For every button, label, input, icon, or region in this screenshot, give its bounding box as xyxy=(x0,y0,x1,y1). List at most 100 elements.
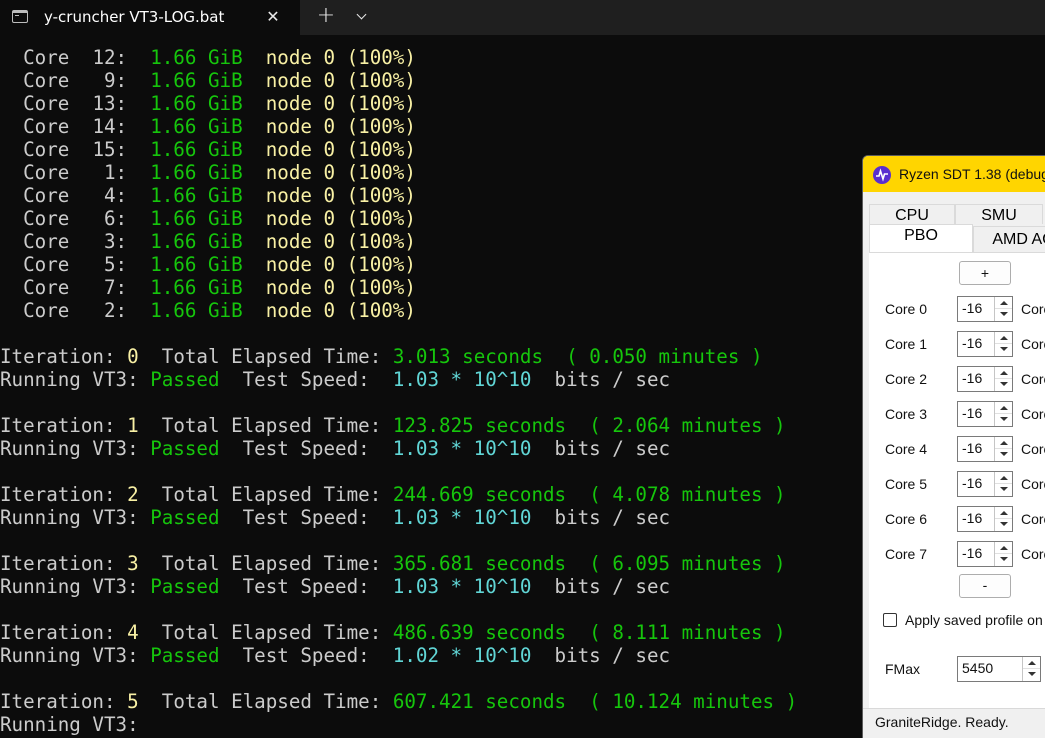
core-offset-stepper[interactable]: -16 xyxy=(957,541,1013,567)
core-label: Core xyxy=(23,276,70,299)
core-offset-value: -16 xyxy=(962,335,983,351)
core-offset-stepper[interactable]: -16 xyxy=(957,401,1013,427)
chevron-down-icon[interactable] xyxy=(354,7,372,27)
core-node: node 0 (100%) xyxy=(265,184,416,207)
core-number: 12: xyxy=(92,46,128,69)
iteration-number: 1 xyxy=(127,414,139,437)
stepper-down-icon[interactable] xyxy=(995,554,1012,566)
stepper-up-icon[interactable] xyxy=(995,297,1012,309)
elapsed-label: Total Elapsed Time: xyxy=(161,483,382,506)
apply-profile-label: Apply saved profile on st xyxy=(905,612,1045,628)
core-label: Core xyxy=(23,115,70,138)
core-memory-row: Core 9: 1.66 GiB node 0 (100%) xyxy=(0,69,870,92)
running-line: Running VT3: Passed Test Speed: 1.03 * 1… xyxy=(0,368,870,391)
core-memory-row: Core 7: 1.66 GiB node 0 (100%) xyxy=(0,276,870,299)
apply-profile-checkbox[interactable] xyxy=(883,613,897,627)
core-node: node 0 (100%) xyxy=(265,161,416,184)
elapsed-label: Total Elapsed Time: xyxy=(161,345,382,368)
core-memory-row: Core 4: 1.66 GiB node 0 (100%) xyxy=(0,184,870,207)
core-offset-label-right: Core xyxy=(1021,371,1045,387)
core-offset-value: -16 xyxy=(962,300,983,316)
stepper-down-icon[interactable] xyxy=(995,379,1012,391)
core-node: node 0 (100%) xyxy=(265,230,416,253)
stepper-up-icon[interactable] xyxy=(995,542,1012,554)
stepper-up-icon[interactable] xyxy=(995,437,1012,449)
tab-smu[interactable]: SMU xyxy=(955,204,1043,224)
core-offset-stepper[interactable]: -16 xyxy=(957,506,1013,532)
stepper-up-icon[interactable] xyxy=(995,367,1012,379)
stepper-buttons xyxy=(994,542,1012,566)
core-offset-label: Core 1 xyxy=(885,336,928,352)
core-memory-row: Core 3: 1.66 GiB node 0 (100%) xyxy=(0,230,870,253)
stepper-down-icon[interactable] xyxy=(995,309,1012,321)
stepper-up-icon[interactable] xyxy=(995,332,1012,344)
tab-amd-acpi[interactable]: AMD AC xyxy=(973,226,1045,252)
elapsed-minutes: ( 8.111 minutes ) xyxy=(589,621,786,644)
sdt-title-bar[interactable]: Ryzen SDT 1.38 (debug xyxy=(863,156,1045,192)
terminal-icon xyxy=(12,10,28,23)
terminal-tab[interactable]: y-cruncher VT3-LOG.bat ✕ xyxy=(0,0,300,35)
core-offset-stepper[interactable]: -16 xyxy=(957,436,1013,462)
core-node: node 0 (100%) xyxy=(265,92,416,115)
running-line: Running VT3: Passed Test Speed: 1.03 * 1… xyxy=(0,506,870,529)
test-speed: 1.03 * 10^10 xyxy=(392,506,532,529)
core-memory-row: Core 14: 1.66 GiB node 0 (100%) xyxy=(0,115,870,138)
core-offset-stepper[interactable]: -16 xyxy=(957,471,1013,497)
core-number: 15: xyxy=(92,138,128,161)
core-offset-stepper[interactable]: -16 xyxy=(957,296,1013,322)
core-offset-label: Core 6 xyxy=(885,511,928,527)
stepper-up-icon[interactable] xyxy=(995,472,1012,484)
iteration-label: Iteration: xyxy=(0,345,116,368)
core-offset-stepper[interactable]: -16 xyxy=(957,366,1013,392)
core-memory: 1.66 GiB xyxy=(150,299,243,322)
running-label: Running VT3: xyxy=(0,506,139,529)
stepper-down-icon[interactable] xyxy=(995,519,1012,531)
core-label: Core xyxy=(23,46,70,69)
elapsed-minutes: ( 10.124 minutes ) xyxy=(589,690,798,713)
fmax-stepper[interactable]: 5450 xyxy=(957,656,1041,682)
core-offset-stepper[interactable]: -16 xyxy=(957,331,1013,357)
new-tab-button[interactable]: + xyxy=(314,3,338,29)
running-label: Running VT3: xyxy=(0,713,139,736)
core-offset-label-right: Core xyxy=(1021,476,1045,492)
stepper-down-icon[interactable] xyxy=(995,344,1012,356)
core-offset-label-right: Core xyxy=(1021,406,1045,422)
test-speed: 1.02 * 10^10 xyxy=(392,644,532,667)
core-memory-row: Core 5: 1.66 GiB node 0 (100%) xyxy=(0,253,870,276)
core-node: node 0 (100%) xyxy=(265,299,416,322)
speed-unit: bits / sec xyxy=(554,575,671,598)
core-memory-row: Core 15: 1.66 GiB node 0 (100%) xyxy=(0,138,870,161)
core-offset-value: -16 xyxy=(962,475,983,491)
core-offset-label: Core 4 xyxy=(885,441,928,457)
close-icon[interactable]: ✕ xyxy=(262,6,284,28)
tab-cpu[interactable]: CPU xyxy=(869,204,955,224)
speed-label: Test Speed: xyxy=(242,644,370,667)
stepper-down-icon[interactable] xyxy=(995,449,1012,461)
sdt-status-bar: GraniteRidge. Ready. xyxy=(863,708,1045,738)
stepper-up-icon[interactable] xyxy=(995,402,1012,414)
remove-button[interactable]: - xyxy=(959,574,1011,598)
core-offset-label-right: Core xyxy=(1021,336,1045,352)
core-offset-label: Core 0 xyxy=(885,301,928,317)
elapsed-seconds: 607.421 seconds xyxy=(392,690,567,713)
core-node: node 0 (100%) xyxy=(265,138,416,161)
stepper-down-icon[interactable] xyxy=(995,414,1012,426)
stepper-buttons xyxy=(994,402,1012,426)
stepper-down-icon[interactable] xyxy=(995,484,1012,496)
tab-pbo[interactable]: PBO xyxy=(869,224,973,252)
stepper-up-icon[interactable] xyxy=(1023,657,1040,669)
fmax-stepper-buttons xyxy=(1022,657,1040,681)
test-speed: 1.03 * 10^10 xyxy=(392,437,532,460)
add-button[interactable]: + xyxy=(959,261,1011,285)
stepper-buttons xyxy=(994,367,1012,391)
speed-unit: bits / sec xyxy=(554,437,671,460)
stepper-up-icon[interactable] xyxy=(995,507,1012,519)
core-memory: 1.66 GiB xyxy=(150,276,243,299)
iteration-label: Iteration: xyxy=(0,690,116,713)
fmax-value: 5450 xyxy=(962,660,994,676)
core-offset-value: -16 xyxy=(962,440,983,456)
stepper-down-icon[interactable] xyxy=(1023,669,1040,681)
elapsed-minutes: ( 2.064 minutes ) xyxy=(589,414,786,437)
